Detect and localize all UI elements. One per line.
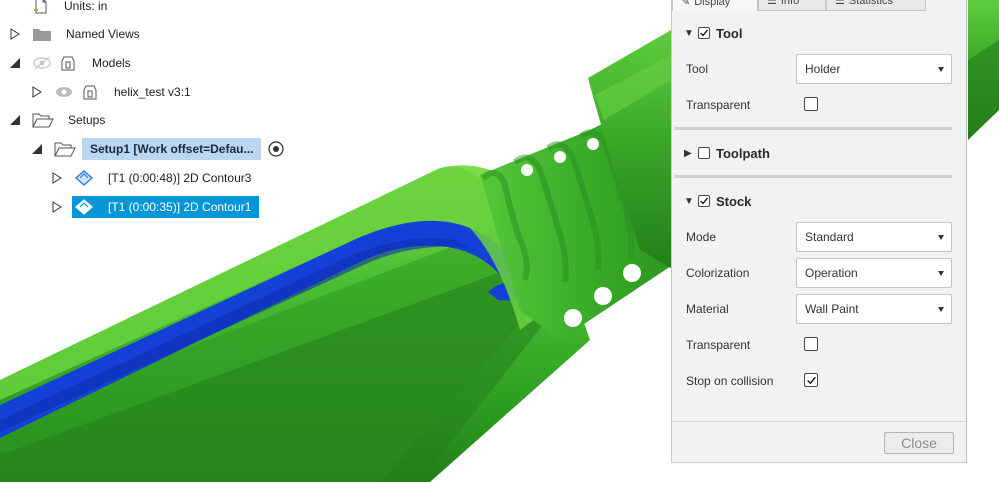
tab-info-label: Info — [780, 0, 800, 7]
contour-operation-icon — [74, 198, 94, 216]
expand-triangle-icon[interactable] — [30, 85, 44, 99]
tree-setup1-label: Setup1 [Work offset=Defau... — [82, 138, 262, 160]
tool-section-header[interactable]: ▼ Tool — [684, 23, 742, 43]
tree-units-label: Units: in — [64, 0, 108, 13]
tool-dropdown[interactable]: Holder — [796, 54, 952, 84]
tool-section-title: Tool — [716, 25, 743, 41]
simulation-panel: ✎ Display ☰ Info ☰ Statistics ▼ Tool Too… — [671, 0, 967, 463]
collapse-triangle-icon[interactable]: ▼ — [684, 28, 694, 39]
stop-on-collision-checkbox[interactable] — [804, 373, 818, 387]
tab-info[interactable]: ☰ Info — [758, 0, 826, 11]
stock-transparent-checkbox[interactable] — [804, 337, 818, 351]
stop-on-collision-label: Stop on collision — [686, 374, 774, 388]
open-folder-icon — [54, 141, 76, 157]
visibility-eye-icon[interactable] — [54, 85, 74, 99]
tree-models[interactable]: Models — [8, 52, 141, 74]
tree-models-label: Models — [92, 56, 131, 70]
colorization-dropdown[interactable]: Operation — [796, 258, 952, 288]
info-tab-icon: ☰ — [767, 0, 777, 7]
chevron-down-icon — [938, 235, 944, 240]
toolpath-section-title: Toolpath — [716, 145, 770, 161]
chevron-down-icon — [938, 271, 944, 276]
tree-named-views-label: Named Views — [66, 27, 140, 41]
tree-setup1[interactable]: Setup1 [Work offset=Defau... — [30, 138, 294, 160]
component-icon — [58, 53, 78, 73]
collapse-triangle-icon[interactable] — [8, 113, 22, 127]
stock-section-checkbox[interactable] — [698, 195, 710, 207]
visibility-hidden-icon[interactable] — [32, 56, 52, 70]
tool-transparent-checkbox[interactable] — [804, 97, 818, 111]
tree-setups[interactable]: Setups — [8, 109, 116, 131]
expand-triangle-icon[interactable]: ▶ — [684, 148, 694, 159]
statistics-tab-icon: ☰ — [835, 0, 845, 7]
tab-statistics-label: Statistics — [848, 0, 893, 7]
tool-section-checkbox[interactable] — [698, 27, 710, 39]
material-dropdown-value: Wall Paint — [805, 302, 859, 316]
panel-tabs: ✎ Display ☰ Info ☰ Statistics — [672, 0, 966, 12]
material-dropdown[interactable]: Wall Paint — [796, 294, 952, 324]
folder-icon — [32, 26, 52, 42]
tool-dropdown-value: Holder — [805, 62, 841, 76]
section-divider — [675, 175, 952, 178]
material-label: Material — [686, 302, 729, 316]
tool-transparent-label: Transparent — [686, 98, 751, 112]
mode-dropdown-value: Standard — [805, 230, 854, 244]
collapse-triangle-icon[interactable]: ▼ — [684, 196, 694, 207]
mode-label: Mode — [686, 230, 717, 244]
tree-contour1[interactable]: [T1 (0:00:35)] 2D Contour1 — [50, 196, 260, 218]
tree-contour3-label: [T1 (0:00:48)] 2D Contour3 — [108, 171, 252, 185]
component-icon — [80, 82, 100, 102]
tree-helix-test-label: helix_test v3:1 — [114, 85, 191, 99]
stock-transparent-label: Transparent — [686, 338, 751, 352]
tree-contour3[interactable]: [T1 (0:00:48)] 2D Contour3 — [50, 167, 262, 189]
collapse-triangle-icon[interactable] — [8, 56, 22, 70]
collapse-triangle-icon[interactable] — [30, 142, 44, 156]
expand-triangle-icon[interactable] — [50, 171, 64, 185]
contour-operation-icon — [74, 169, 94, 187]
tree-contour1-label: [T1 (0:00:35)] 2D Contour1 — [100, 196, 260, 218]
stock-section-header[interactable]: ▼ Stock — [684, 191, 751, 211]
colorization-label: Colorization — [686, 266, 750, 280]
expand-triangle-icon[interactable] — [8, 27, 22, 41]
section-divider — [675, 127, 952, 130]
tab-display[interactable]: ✎ Display — [672, 0, 758, 11]
tree-setups-label: Setups — [68, 113, 106, 127]
tree-named-views[interactable]: Named Views — [8, 23, 150, 45]
toolpath-section-checkbox[interactable] — [698, 147, 710, 159]
tree-units[interactable]: Units: in — [8, 0, 118, 17]
display-tab-icon: ✎ — [681, 0, 691, 8]
open-folder-icon — [32, 112, 54, 128]
mode-dropdown[interactable]: Standard — [796, 222, 952, 252]
panel-footer-divider — [672, 421, 966, 422]
tab-display-label: Display — [694, 0, 731, 8]
tool-label: Tool — [686, 62, 709, 76]
close-button[interactable]: Close — [884, 432, 954, 454]
activate-radio-icon[interactable] — [267, 140, 285, 158]
chevron-down-icon — [938, 307, 944, 312]
expand-triangle-icon[interactable] — [50, 200, 64, 214]
tree-helix-test[interactable]: helix_test v3:1 — [30, 81, 201, 103]
toolpath-section-header[interactable]: ▶ Toolpath — [684, 143, 770, 163]
colorization-dropdown-value: Operation — [805, 266, 858, 280]
stock-section-title: Stock — [716, 193, 752, 209]
chevron-down-icon — [938, 67, 944, 72]
tab-statistics[interactable]: ☰ Statistics — [826, 0, 926, 11]
document-icon — [32, 0, 50, 15]
